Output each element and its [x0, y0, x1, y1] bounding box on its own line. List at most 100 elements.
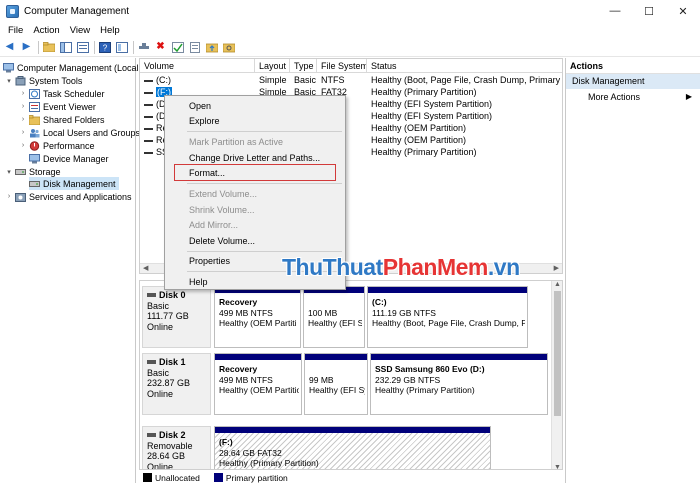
delete-icon[interactable]: ✖ — [154, 41, 167, 54]
volume-type: Basic — [294, 75, 317, 85]
view-icon[interactable] — [115, 41, 128, 54]
column-file-system[interactable]: File System — [317, 59, 367, 73]
legend-unallocated: Unallocated — [155, 472, 200, 483]
menu-bar: File Action View Help — [0, 22, 700, 38]
minimize-button[interactable]: — — [598, 0, 632, 22]
performance-icon — [29, 140, 40, 151]
forward-icon[interactable]: ▶ — [20, 41, 33, 54]
partition-disk0-efi[interactable]: 100 MB Healthy (EFI Sy — [303, 286, 365, 348]
menu-open[interactable]: Open — [189, 99, 211, 113]
storage-icon — [15, 167, 26, 177]
services-icon — [15, 192, 26, 202]
folder-icon[interactable] — [42, 41, 55, 54]
expand-icon[interactable]: › — [19, 142, 27, 149]
expand-icon[interactable]: › — [19, 116, 27, 123]
disk-0-label[interactable]: Disk 0 Basic 111.77 GB Online — [142, 286, 211, 348]
tree-item-task-scheduler[interactable]: › Task Scheduler — [19, 87, 105, 100]
partition-disk2-f[interactable]: (F:) 28.64 GB FAT32 Healthy (Primary Par… — [214, 426, 491, 469]
table-row[interactable]: (C:) Simple Basic NTFS Healthy (Boot, Pa… — [140, 74, 562, 86]
format-highlight-box — [174, 164, 336, 181]
menu-change-drive-letter[interactable]: Change Drive Letter and Paths... — [189, 151, 320, 165]
expand-icon[interactable]: › — [19, 103, 27, 110]
tree-item-disk-management[interactable]: Disk Management — [29, 177, 119, 190]
legend-primary: Primary partition — [225, 472, 288, 483]
menu-delete-volume[interactable]: Delete Volume... — [189, 234, 255, 248]
window-title: Computer Management — [24, 5, 130, 17]
volume-icon — [144, 103, 153, 106]
menu-help[interactable]: Help — [189, 275, 208, 289]
partition-disk1-efi[interactable]: 99 MB Healthy (EFI Sy — [304, 353, 368, 415]
scroll-left-icon[interactable]: ◀ — [143, 264, 148, 273]
tree-item-system-tools[interactable]: ▾ System Tools — [5, 74, 82, 87]
column-status[interactable]: Status — [367, 59, 562, 73]
scroll-right-icon[interactable]: ▶ — [554, 264, 559, 273]
volume-name: (C:) — [156, 75, 171, 85]
volume-icon — [144, 127, 153, 130]
expand-icon[interactable]: › — [5, 193, 13, 200]
console-tree: Computer Management (Local ▾ System Tool… — [0, 58, 140, 483]
volume-status: Healthy (Primary Partition) — [371, 147, 477, 157]
disk-2-label[interactable]: Disk 2 Removable 28.64 GB Online — [142, 426, 211, 469]
check-icon[interactable] — [171, 41, 184, 54]
unallocated-swatch — [143, 473, 152, 482]
tree-item-services[interactable]: › Services and Applications — [5, 190, 132, 203]
more-actions[interactable]: More Actions ▶ — [566, 89, 700, 105]
volume-status: Healthy (OEM Partition) — [371, 135, 467, 145]
scroll-down-icon[interactable]: ▼ — [552, 464, 562, 469]
back-icon[interactable]: ◀ — [3, 41, 16, 54]
scrollbar-thumb[interactable] — [554, 291, 561, 416]
expand-icon[interactable]: › — [19, 90, 27, 97]
volume-icon — [144, 79, 153, 82]
partition-disk0-c[interactable]: (C:) 111.19 GB NTFS Healthy (Boot, Page … — [367, 286, 528, 348]
tree-item-local-users[interactable]: › Local Users and Groups — [19, 126, 140, 139]
volume-icon — [144, 91, 153, 94]
menu-properties[interactable]: Properties — [189, 254, 230, 268]
actions-disk-management[interactable]: Disk Management — [566, 74, 700, 89]
volume-status: Healthy (EFI System Partition) — [371, 99, 493, 109]
actions-header: Actions — [566, 58, 700, 74]
disk-map: Disk 0 Basic 111.77 GB Online Recovery 4… — [139, 280, 563, 470]
tree-item-performance[interactable]: › Performance — [19, 139, 95, 152]
scroll-up-icon[interactable]: ▲ — [552, 281, 562, 288]
properties-icon[interactable] — [76, 41, 89, 54]
partition-disk0-recovery[interactable]: Recovery 499 MB NTFS Healthy (OEM Partit… — [214, 286, 301, 348]
connect-icon[interactable] — [137, 41, 150, 54]
folder-up-icon[interactable] — [205, 41, 218, 54]
legend: Unallocated Primary partition — [139, 472, 563, 483]
menu-view[interactable]: View — [65, 25, 95, 36]
column-volume[interactable]: Volume — [140, 59, 255, 73]
menu-mark-active: Mark Partition as Active — [189, 137, 284, 147]
menu-action[interactable]: Action — [28, 25, 64, 36]
menu-help[interactable]: Help — [95, 25, 125, 36]
vertical-scrollbar[interactable]: ▲ ▼ — [551, 281, 562, 469]
partition-disk1-d[interactable]: SSD Samsung 860 Evo (D:) 232.29 GB NTFS … — [370, 353, 548, 415]
disk-icon — [147, 433, 156, 438]
maximize-button[interactable]: ☐ — [632, 0, 666, 22]
collapse-icon[interactable]: ▾ — [5, 77, 13, 85]
tree-item-event-viewer[interactable]: › Event Viewer — [19, 100, 96, 113]
tree-item-device-manager[interactable]: Device Manager — [29, 152, 109, 165]
disk-1-label[interactable]: Disk 1 Basic 232.87 GB Online — [142, 353, 211, 415]
menu-file[interactable]: File — [3, 25, 28, 36]
help-icon[interactable]: ? — [98, 41, 111, 54]
column-layout[interactable]: Layout — [255, 59, 290, 73]
disk-management-icon — [29, 179, 40, 189]
event-viewer-icon — [29, 101, 40, 112]
menu-extend-volume: Extend Volume... — [189, 189, 258, 199]
menu-add-mirror: Add Mirror... — [189, 220, 239, 230]
folder-search-icon[interactable] — [222, 41, 235, 54]
tree-item-shared-folders[interactable]: › Shared Folders — [19, 113, 105, 126]
expand-icon[interactable]: › — [19, 129, 27, 136]
tree-item-root[interactable]: Computer Management (Local — [3, 61, 139, 74]
menu-separator — [187, 131, 342, 132]
partition-disk1-recovery[interactable]: Recovery 499 MB NTFS Healthy (OEM Partit… — [214, 353, 302, 415]
menu-explore[interactable]: Explore — [189, 114, 220, 128]
collapse-icon[interactable]: ▾ — [5, 168, 13, 176]
close-button[interactable]: ✕ — [666, 0, 700, 22]
volume-fs: NTFS — [321, 75, 345, 85]
menu-separator — [187, 251, 342, 252]
document-icon[interactable] — [188, 41, 201, 54]
column-type[interactable]: Type — [290, 59, 317, 73]
console-tree-icon[interactable] — [59, 41, 72, 54]
submenu-arrow-icon: ▶ — [685, 92, 692, 101]
